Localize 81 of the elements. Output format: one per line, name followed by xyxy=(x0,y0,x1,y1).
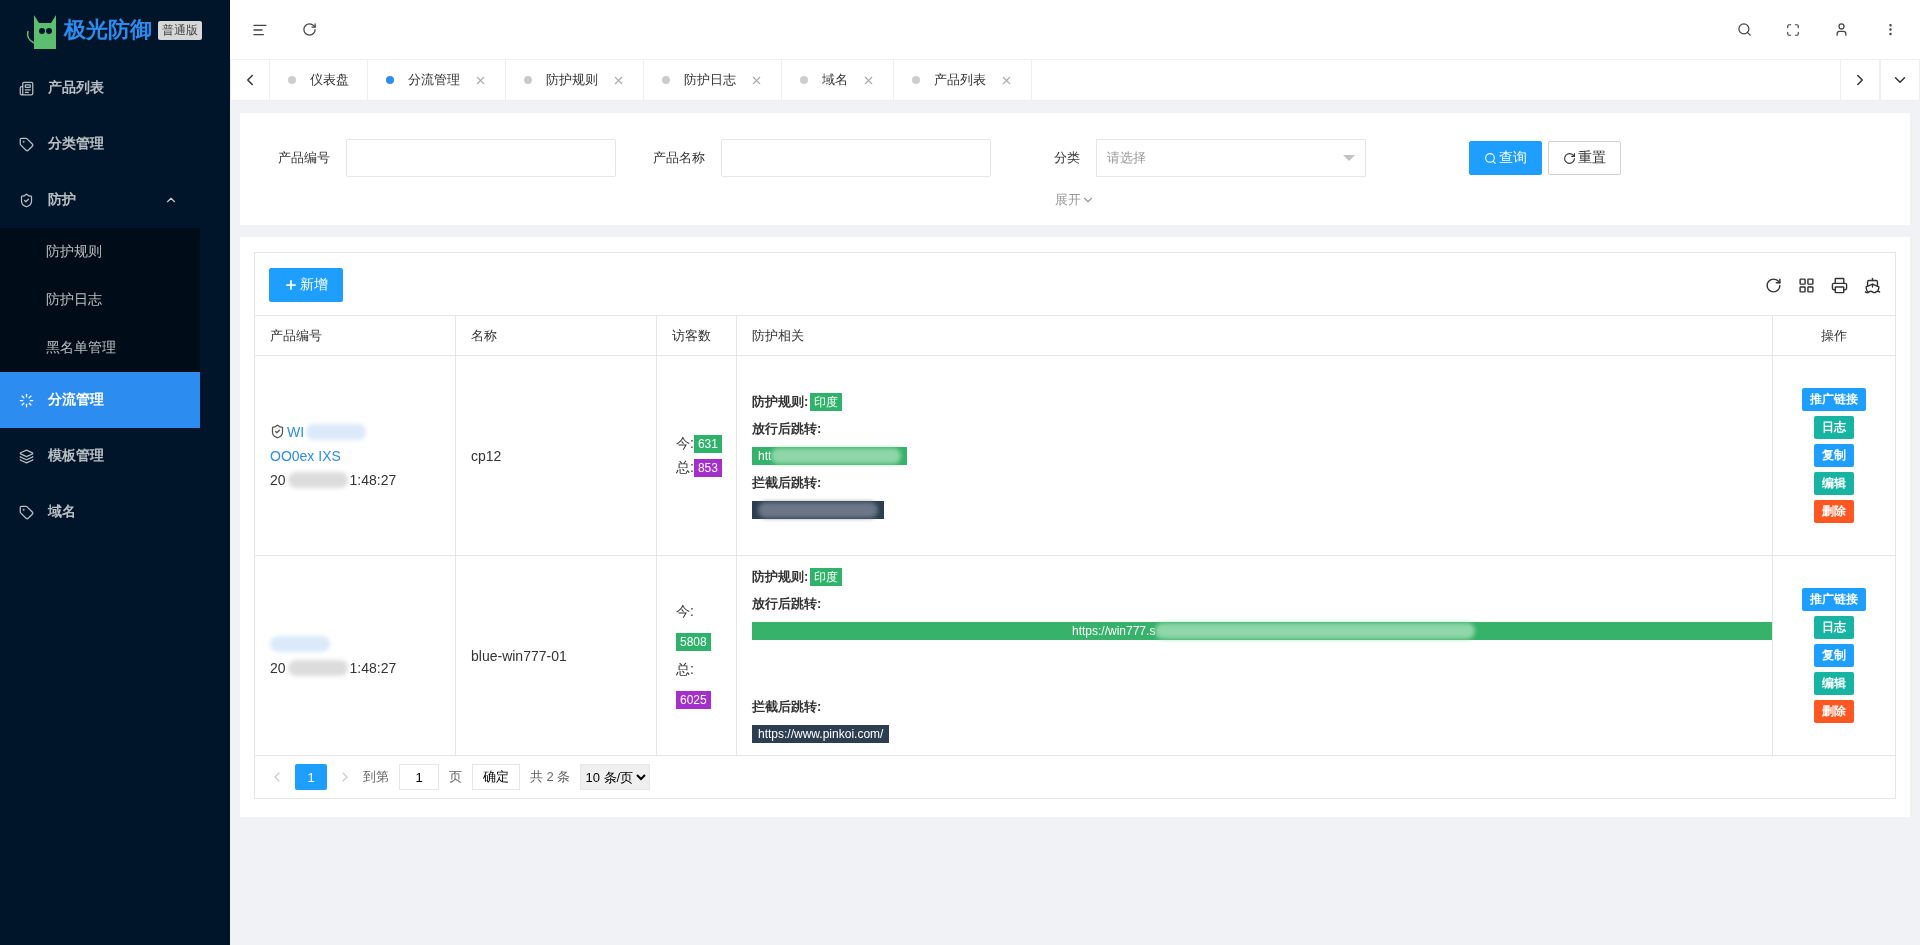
pass-label: 放行后跳转: xyxy=(752,419,823,438)
visitor-label: 今: xyxy=(676,434,694,453)
sidebar-subitem[interactable]: 防护日志 xyxy=(0,276,200,324)
visitor-label: 总: xyxy=(676,660,694,679)
blur-smudge xyxy=(287,471,348,488)
visitor-label: 总: xyxy=(676,458,694,477)
product-code-link[interactable]: WI xyxy=(287,423,305,440)
pass-label: 放行后跳转: xyxy=(752,595,823,613)
block-label: 拦截后跳转: xyxy=(752,473,823,492)
shield-icon xyxy=(19,192,34,208)
visitor-count: 631 xyxy=(693,434,722,453)
tabs-prev-button[interactable] xyxy=(230,60,270,100)
layers-icon xyxy=(19,448,34,464)
sidebar-item[interactable]: 模板管理 xyxy=(0,428,200,484)
rule-label: 防护规则: xyxy=(752,568,809,586)
block-label: 拦截后跳转: xyxy=(752,698,823,716)
plus-icon xyxy=(284,278,298,292)
shield-icon xyxy=(270,424,285,439)
page-tab[interactable]: 分流管理 xyxy=(368,60,506,100)
sidebar-item[interactable]: 产品列表 xyxy=(0,60,200,116)
date-text: 1:48:27 xyxy=(349,659,397,676)
tabs-menu-button[interactable] xyxy=(1880,60,1920,100)
spinner-icon xyxy=(19,392,34,408)
visitor-label: 今: xyxy=(676,602,694,621)
blur-smudge xyxy=(287,659,348,676)
sidebar-subitem[interactable]: 黑名单管理 xyxy=(0,324,200,372)
sidebar-item[interactable]: 域名 xyxy=(0,484,200,540)
rule-tag: 印度 xyxy=(810,568,843,586)
page-size-select[interactable]: 10 条/页 xyxy=(580,764,651,790)
date-text: 1:48:27 xyxy=(349,471,397,488)
visitor-count: 853 xyxy=(693,458,722,477)
column-header: 访客数 xyxy=(657,316,737,356)
rule-label: 防护规则: xyxy=(752,392,809,411)
field-label: 产品名称 xyxy=(652,149,705,167)
tag-icon xyxy=(19,504,34,520)
brand-name: 极光防御 xyxy=(64,16,152,44)
reset-button[interactable]: 重置 xyxy=(1548,141,1621,175)
date-text: 20 xyxy=(270,471,286,488)
tabs-next-button[interactable] xyxy=(1840,60,1880,100)
page-tab[interactable]: 防护规则 xyxy=(506,60,644,100)
edition-badge: 普通版 xyxy=(158,20,202,40)
date-text: 20 xyxy=(270,659,286,676)
field-label: 分类 xyxy=(1053,149,1080,167)
rule-tag: 印度 xyxy=(810,392,843,411)
refresh-icon[interactable] xyxy=(1765,276,1782,294)
product-code-link[interactable]: OO0ex IXS xyxy=(270,447,341,464)
total-count: 共 2 条 xyxy=(530,768,571,786)
column-header: 产品编号 xyxy=(255,316,456,356)
visitor-count: 5808 xyxy=(676,632,711,651)
page-tab[interactable]: 防护日志 xyxy=(644,60,782,100)
page-unit: 页 xyxy=(449,768,462,786)
refresh-icon xyxy=(1563,151,1576,165)
page-input[interactable]: 1 xyxy=(399,764,439,790)
column-header: 操作 xyxy=(1773,316,1895,356)
page-tab[interactable]: 域名 xyxy=(782,60,894,100)
column-header: 名称 xyxy=(456,316,657,356)
page-tab[interactable]: 产品列表 xyxy=(894,60,1032,100)
product-name: blue-win777-01 xyxy=(471,647,567,664)
tag-icon xyxy=(19,136,34,152)
columns-icon[interactable] xyxy=(1798,276,1815,294)
product-name: cp12 xyxy=(471,447,502,464)
goto-label: 到第 xyxy=(363,768,389,786)
fullscreen-icon[interactable] xyxy=(1786,22,1800,37)
field-label: 产品编号 xyxy=(277,149,330,167)
sidebar-subitem[interactable]: 防护规则 xyxy=(0,228,200,276)
input-field[interactable] xyxy=(721,139,991,177)
sidebar-item[interactable]: 分类管理 xyxy=(0,116,200,172)
print-icon[interactable] xyxy=(1831,276,1848,294)
user-icon[interactable] xyxy=(1834,22,1849,37)
refresh-icon[interactable] xyxy=(302,22,317,37)
search-icon[interactable] xyxy=(1737,22,1752,37)
pass-url: https://win777.s xyxy=(752,622,1772,640)
sidebar-item[interactable]: 防护 xyxy=(0,172,200,228)
page-tab[interactable]: 仪表盘 xyxy=(270,60,368,100)
input-field[interactable] xyxy=(346,139,616,177)
column-header: 防护相关 xyxy=(737,316,1773,356)
block-url: https://www.pinkoi.com/ xyxy=(752,725,890,743)
search-icon xyxy=(1484,151,1497,165)
pass-url: htt xyxy=(752,446,908,465)
confirm-button[interactable]: 确定 xyxy=(472,764,520,790)
visitor-count: 6025 xyxy=(676,690,711,709)
